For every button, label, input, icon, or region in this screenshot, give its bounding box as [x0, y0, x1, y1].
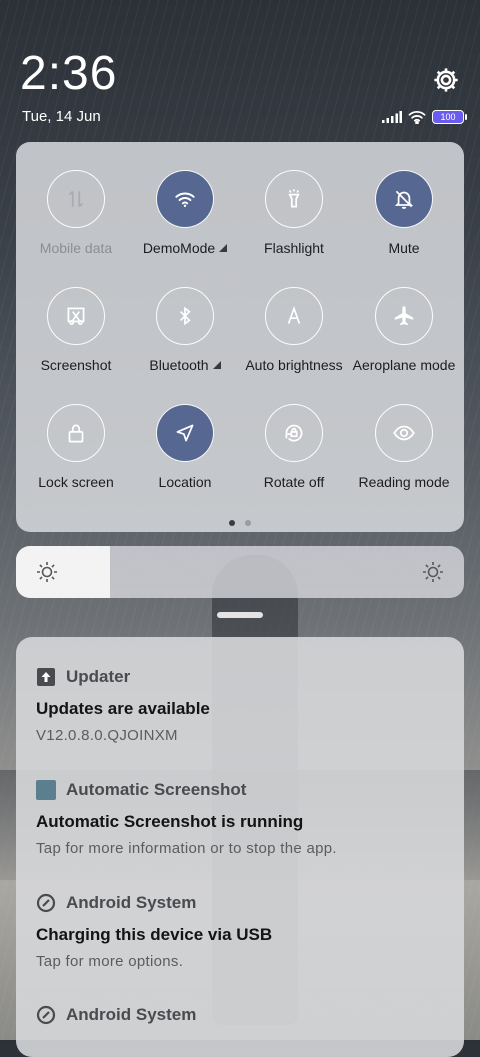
update-arrow-icon	[36, 667, 56, 687]
notification-body: Tap for more options.	[36, 953, 184, 970]
tile-label-text: DemoMode	[142, 240, 216, 256]
notification-app-name: Android System	[66, 1005, 197, 1024]
screenshot-icon	[67, 307, 85, 325]
app-square-icon	[36, 780, 56, 800]
android-system-icon	[36, 1005, 56, 1025]
tile-label: Screenshot	[20, 357, 132, 373]
tile-label-text: Screenshot	[40, 357, 112, 373]
quick-settings-panel: Mobile data DemoMode Flashlight Mute Screens…	[16, 142, 464, 532]
clock-time: 2:36	[20, 47, 118, 100]
tile-flashlight[interactable]: Flashlight	[238, 170, 350, 256]
notification-title: Charging this device via USB	[36, 925, 273, 944]
tile-label: DemoMode	[129, 240, 241, 256]
tile-toggle[interactable]	[47, 287, 105, 345]
tile-label: Reading mode	[348, 474, 460, 490]
wifi-icon	[175, 192, 195, 208]
tile-label-text: Flashlight	[264, 240, 324, 256]
tile-label: Location	[129, 474, 241, 490]
tile-bluetooth[interactable]: Bluetooth	[129, 287, 241, 373]
android-system-icon	[36, 893, 56, 913]
tile-mute[interactable]: Mute	[348, 170, 460, 256]
drag-handle[interactable]	[217, 612, 263, 618]
tile-mobile-data[interactable]: Mobile data	[20, 170, 132, 256]
tile-label-text: Mobile data	[39, 240, 113, 256]
tile-rotate-off[interactable]: Rotate off	[238, 404, 350, 490]
tile-reading-mode[interactable]: Reading mode	[348, 404, 460, 490]
mobile-data-icon	[68, 190, 84, 208]
page-dot-2[interactable]	[245, 520, 251, 526]
notification-body: V12.0.8.0.QJOINXM	[36, 727, 178, 744]
gear-icon	[434, 68, 458, 92]
airplane-icon	[394, 306, 414, 326]
flashlight-icon	[288, 189, 300, 208]
notification-app-name: Automatic Screenshot	[66, 780, 247, 799]
status-bar-icons: 100	[382, 110, 467, 124]
tile-toggle[interactable]	[265, 404, 323, 462]
tile-toggle[interactable]	[375, 287, 433, 345]
brightness-low-icon	[37, 562, 57, 582]
tile-demomode[interactable]: DemoMode	[129, 170, 241, 256]
notification-app-name: Android System	[66, 893, 197, 912]
tile-toggle[interactable]	[375, 170, 433, 228]
tile-toggle[interactable]	[47, 404, 105, 462]
notification-app-name: Updater	[66, 667, 131, 686]
notification-title: Updates are available	[36, 699, 210, 718]
tile-label: Aeroplane mode	[348, 357, 460, 373]
tile-toggle[interactable]	[47, 170, 105, 228]
tile-location[interactable]: Location	[129, 404, 241, 490]
tile-toggle[interactable]	[265, 170, 323, 228]
bell-off-icon	[394, 190, 414, 209]
notification-android-system-usb[interactable]: Android System Charging this device via …	[36, 893, 446, 970]
tile-label: Mute	[348, 240, 460, 256]
page-indicator	[16, 520, 464, 526]
rotate-lock-icon	[285, 424, 303, 442]
auto-brightness-icon	[287, 305, 301, 324]
bluetooth-icon	[180, 306, 191, 326]
tile-toggle[interactable]	[375, 404, 433, 462]
tile-auto-brightness[interactable]: Auto brightness	[238, 287, 350, 373]
settings-button[interactable]	[432, 66, 460, 94]
notification-body: Tap for more information or to stop the …	[36, 840, 337, 857]
expand-menu-icon[interactable]	[212, 361, 221, 369]
clock-date: Tue, 14 Jun	[22, 108, 101, 125]
tile-label-text: Mute	[388, 240, 420, 256]
lock-icon	[68, 424, 84, 443]
notification-updater[interactable]: Updater Updates are available V12.0.8.0.…	[36, 667, 446, 744]
notification-android-system[interactable]: Android System	[36, 1005, 446, 1025]
tile-toggle[interactable]	[265, 287, 323, 345]
tile-label: Bluetooth	[129, 357, 241, 373]
tile-label-text: Rotate off	[263, 474, 325, 490]
brightness-fill	[16, 546, 111, 598]
expand-menu-icon[interactable]	[219, 244, 228, 252]
brightness-slider[interactable]	[16, 546, 464, 598]
tile-label: Lock screen	[20, 474, 132, 490]
tile-label: Flashlight	[238, 240, 350, 256]
tile-label: Auto brightness	[238, 357, 350, 373]
tile-label-text: Aeroplane mode	[352, 357, 456, 373]
location-icon	[176, 424, 194, 442]
tile-label-text: Location	[158, 474, 212, 490]
tile-toggle[interactable]	[156, 404, 214, 462]
battery-indicator: 100	[432, 110, 467, 124]
notification-list: Updater Updates are available V12.0.8.0.…	[16, 637, 464, 1057]
tile-aeroplane-mode[interactable]: Aeroplane mode	[348, 287, 460, 373]
notification-title: Automatic Screenshot is running	[36, 812, 304, 831]
brightness-high-icon	[423, 562, 443, 582]
tile-label-text: Reading mode	[358, 474, 450, 490]
notification-automatic-screenshot[interactable]: Automatic Screenshot Automatic Screensho…	[36, 780, 446, 857]
tile-lock-screen[interactable]: Lock screen	[20, 404, 132, 490]
wifi-icon	[408, 110, 426, 124]
tile-label: Rotate off	[238, 474, 350, 490]
tile-screenshot[interactable]: Screenshot	[20, 287, 132, 373]
tile-label-text: Bluetooth	[149, 357, 209, 373]
tile-label-text: Lock screen	[38, 474, 114, 490]
tile-toggle[interactable]	[156, 287, 214, 345]
signal-icon	[382, 111, 402, 123]
tile-label: Mobile data	[20, 240, 132, 256]
page-dot-1[interactable]	[229, 520, 235, 526]
eye-icon	[393, 425, 415, 441]
tile-toggle[interactable]	[156, 170, 214, 228]
tile-label-text: Auto brightness	[245, 357, 343, 373]
